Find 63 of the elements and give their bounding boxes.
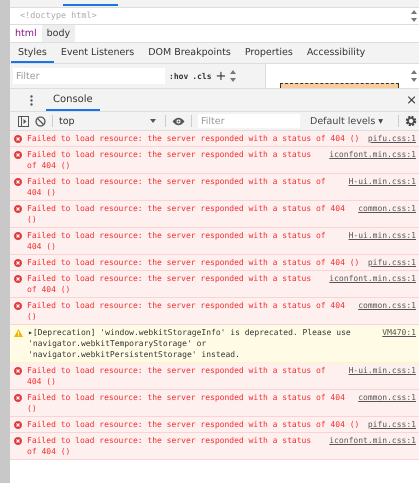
- source-link[interactable]: H-ui.min.css:1: [348, 230, 416, 241]
- message-text: Failed to load resource: the server responded with a status of 404 (): [27, 176, 327, 198]
- scroll-arrows-icon[interactable]: [411, 9, 417, 23]
- eye-icon[interactable]: [172, 116, 185, 126]
- message-text: Failed to load resource: the server responded with a status of 404 (): [27, 230, 327, 252]
- error-icon: [14, 302, 22, 310]
- clear-icon[interactable]: [35, 116, 46, 126]
- scroll-arrows-icon[interactable]: [411, 69, 417, 83]
- source-link[interactable]: iconfont.min.css:1: [329, 149, 416, 160]
- message-text: Failed to load resource: the server responded with a status of 404 (): [27, 392, 346, 414]
- error-icon: [14, 232, 22, 240]
- levels-dropdown[interactable]: Default levels ▾: [310, 116, 384, 126]
- scroll-arrows-icon[interactable]: [230, 69, 236, 83]
- dropdown-caret-icon: [150, 119, 156, 123]
- breadcrumb[interactable]: html: [10, 25, 42, 42]
- message-text: Failed to load resource: the server responded with a status of 404 (): [27, 300, 346, 322]
- warning-icon: [14, 329, 23, 337]
- settings-icon[interactable]: [405, 115, 417, 127]
- source-link[interactable]: H-ui.min.css:1: [348, 176, 416, 187]
- tab-underline: [63, 4, 118, 6]
- source-link[interactable]: common.css:1: [358, 300, 416, 311]
- sidebar-toggle-icon[interactable]: [18, 116, 29, 126]
- message-text: Failed to load resource: the server responded with a status of 404 (): [27, 365, 327, 387]
- source-link[interactable]: VM470:1: [382, 327, 416, 338]
- error-icon: [14, 367, 22, 375]
- hover-toggle-button[interactable]: :hov: [169, 72, 188, 80]
- source-link[interactable]: iconfont.min.css:1: [329, 273, 416, 284]
- panel-tab[interactable]: Event Listeners: [54, 43, 142, 63]
- error-icon: [14, 437, 22, 445]
- filter-field[interactable]: Filter: [13, 68, 165, 84]
- panel-tab[interactable]: Properties: [238, 43, 300, 63]
- panel-tab[interactable]: Accessibility: [300, 43, 372, 63]
- class-toggle-button[interactable]: .cls: [192, 72, 212, 80]
- message-text: Failed to load resource: the server responded with a status of 404 (): [27, 133, 360, 144]
- source-link[interactable]: common.css:1: [358, 392, 416, 403]
- error-icon: [14, 421, 22, 429]
- message-text: Failed to load resource: the server responded with a status of 404 (): [27, 273, 312, 295]
- error-icon: [14, 394, 22, 402]
- message-text: Failed to load resource: the server responded with a status of 404 (): [27, 257, 360, 268]
- message-text: Failed to load resource: the server responded with a status of 404 (): [27, 149, 312, 171]
- source-link[interactable]: pifu.css:1: [368, 133, 416, 144]
- error-icon: [14, 205, 22, 213]
- error-icon: [14, 259, 22, 267]
- message-text: Failed to load resource: the server responded with a status of 404 (): [27, 203, 346, 225]
- panel-tab[interactable]: DOM Breakpoints: [141, 43, 238, 63]
- context-dropdown[interactable]: top: [59, 116, 159, 126]
- source-link[interactable]: common.css:1: [358, 203, 416, 214]
- error-icon: [14, 151, 22, 159]
- add-rule-button[interactable]: +: [216, 68, 226, 84]
- breadcrumb[interactable]: body: [42, 25, 76, 42]
- source-link[interactable]: H-ui.min.css:1: [348, 365, 416, 376]
- message-text: Failed to load resource: the server responded with a status of 404 (): [27, 435, 312, 457]
- message-text: ▸[Deprecation] 'window.webkitStorageInfo' is deprecated. Please use 'navigator.webkitTemporaryStorage' or 'navigator.webkitPersistentStorage' instead.: [28, 327, 352, 360]
- source-link[interactable]: pifu.css:1: [368, 419, 416, 430]
- error-icon: [14, 135, 22, 143]
- source-link[interactable]: iconfont.min.css:1: [329, 435, 416, 446]
- more-menu-icon[interactable]: [30, 94, 33, 106]
- close-button[interactable]: ×: [404, 92, 419, 108]
- error-icon: [14, 178, 22, 186]
- message-text: Failed to load resource: the server responded with a status of 404 (): [27, 419, 360, 430]
- filter-field[interactable]: Filter: [198, 114, 300, 128]
- error-icon: [14, 275, 22, 283]
- source-link[interactable]: pifu.css:1: [368, 257, 416, 268]
